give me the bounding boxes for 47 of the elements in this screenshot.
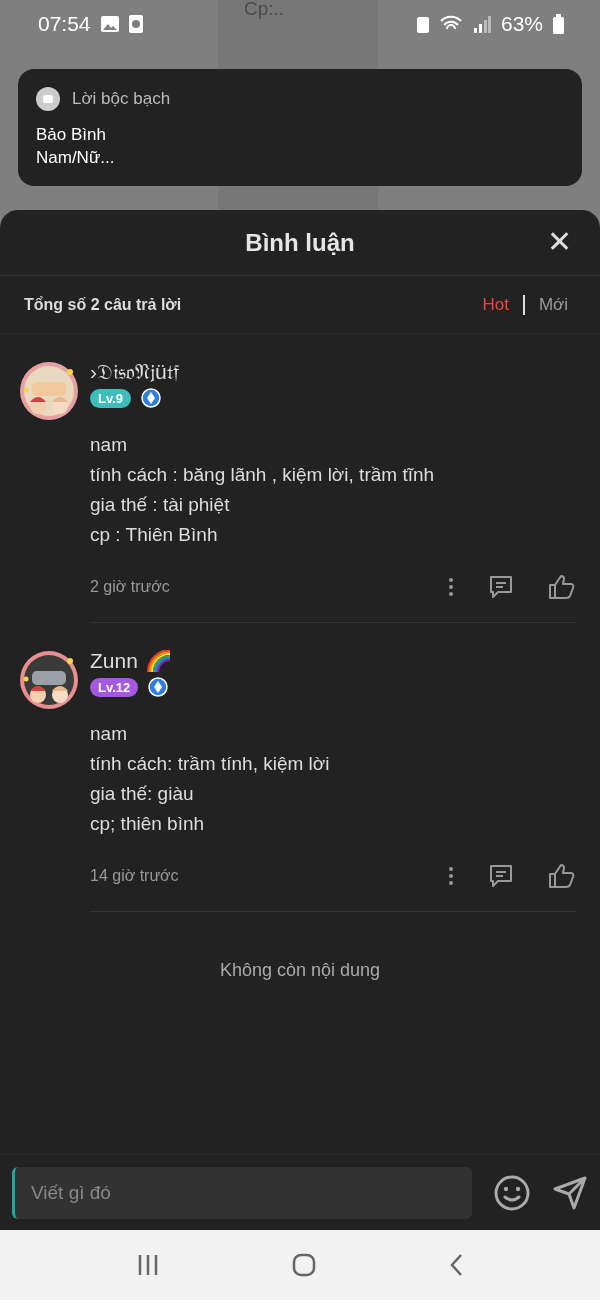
comment-text: tính cách: trầm tính, kiệm lời xyxy=(90,752,331,776)
clock: 07:54 xyxy=(38,12,91,36)
reply-icon[interactable] xyxy=(488,574,514,600)
comment-time: 14 giờ trước xyxy=(90,867,180,885)
comment-time: 2 giờ trước xyxy=(90,578,171,596)
rainbow-icon xyxy=(145,650,172,672)
level-badge: Lv.12 xyxy=(90,677,139,697)
battery-icon xyxy=(553,14,564,34)
comment-text: nam xyxy=(90,433,128,457)
notification-text: Nam/Nữ... xyxy=(36,147,116,169)
more-icon[interactable] xyxy=(448,577,454,597)
emoji-icon[interactable] xyxy=(494,1174,530,1211)
sort-tab[interactable]: Mới xyxy=(530,294,576,315)
user-name[interactable]: ›𝔇𝔦𝔰𝔬𝔑𝔧ü𝔱𝔣 xyxy=(90,360,179,384)
level-badge: Lv.9 xyxy=(90,388,132,408)
like-icon[interactable] xyxy=(548,574,576,600)
comment-text: tính cách : băng lãnh , kiệm lời, trầm tĩnh xyxy=(90,463,436,487)
battery-saver-icon xyxy=(416,15,429,33)
verified-icon xyxy=(141,388,162,408)
notification-card[interactable]: Lời bộc bạch Bảo Bình Nam/Nữ... xyxy=(18,69,582,186)
chat-icon xyxy=(36,87,60,111)
end-of-list-text: Không còn nội dung xyxy=(218,960,382,981)
battery-percent: 63% xyxy=(500,12,543,36)
notification-app: Lời bộc bạch xyxy=(72,89,171,109)
like-icon[interactable] xyxy=(548,863,576,889)
comment-text: cp; thiên bình xyxy=(90,812,206,836)
signal-icon xyxy=(472,15,491,33)
answer-count: Tổng số 2 câu trả lời xyxy=(24,295,183,314)
recent-apps-icon[interactable] xyxy=(136,1254,159,1276)
comment-text: nam xyxy=(90,722,128,746)
sheet-title: Bình luận xyxy=(245,228,355,257)
comment-input[interactable]: Viết gì đó xyxy=(12,1166,472,1219)
close-button[interactable]: ✕ xyxy=(543,224,576,259)
sort-tab[interactable]: Hot xyxy=(474,294,517,315)
back-icon[interactable] xyxy=(449,1253,464,1277)
comment-text: gia thế : tài phiệt xyxy=(90,493,231,517)
reply-icon[interactable] xyxy=(488,863,514,889)
clock-icon xyxy=(128,15,143,33)
comment-text: cp : Thiên Bình xyxy=(90,523,219,547)
more-icon[interactable] xyxy=(448,866,454,886)
home-icon[interactable] xyxy=(292,1253,316,1277)
send-icon[interactable] xyxy=(552,1174,588,1211)
user-name[interactable]: Zunn xyxy=(90,649,138,673)
comment-text: gia thế: giàu xyxy=(90,782,195,806)
notification-title: Bảo Bình xyxy=(36,124,107,146)
image-icon xyxy=(100,16,119,32)
verified-icon xyxy=(148,677,169,697)
